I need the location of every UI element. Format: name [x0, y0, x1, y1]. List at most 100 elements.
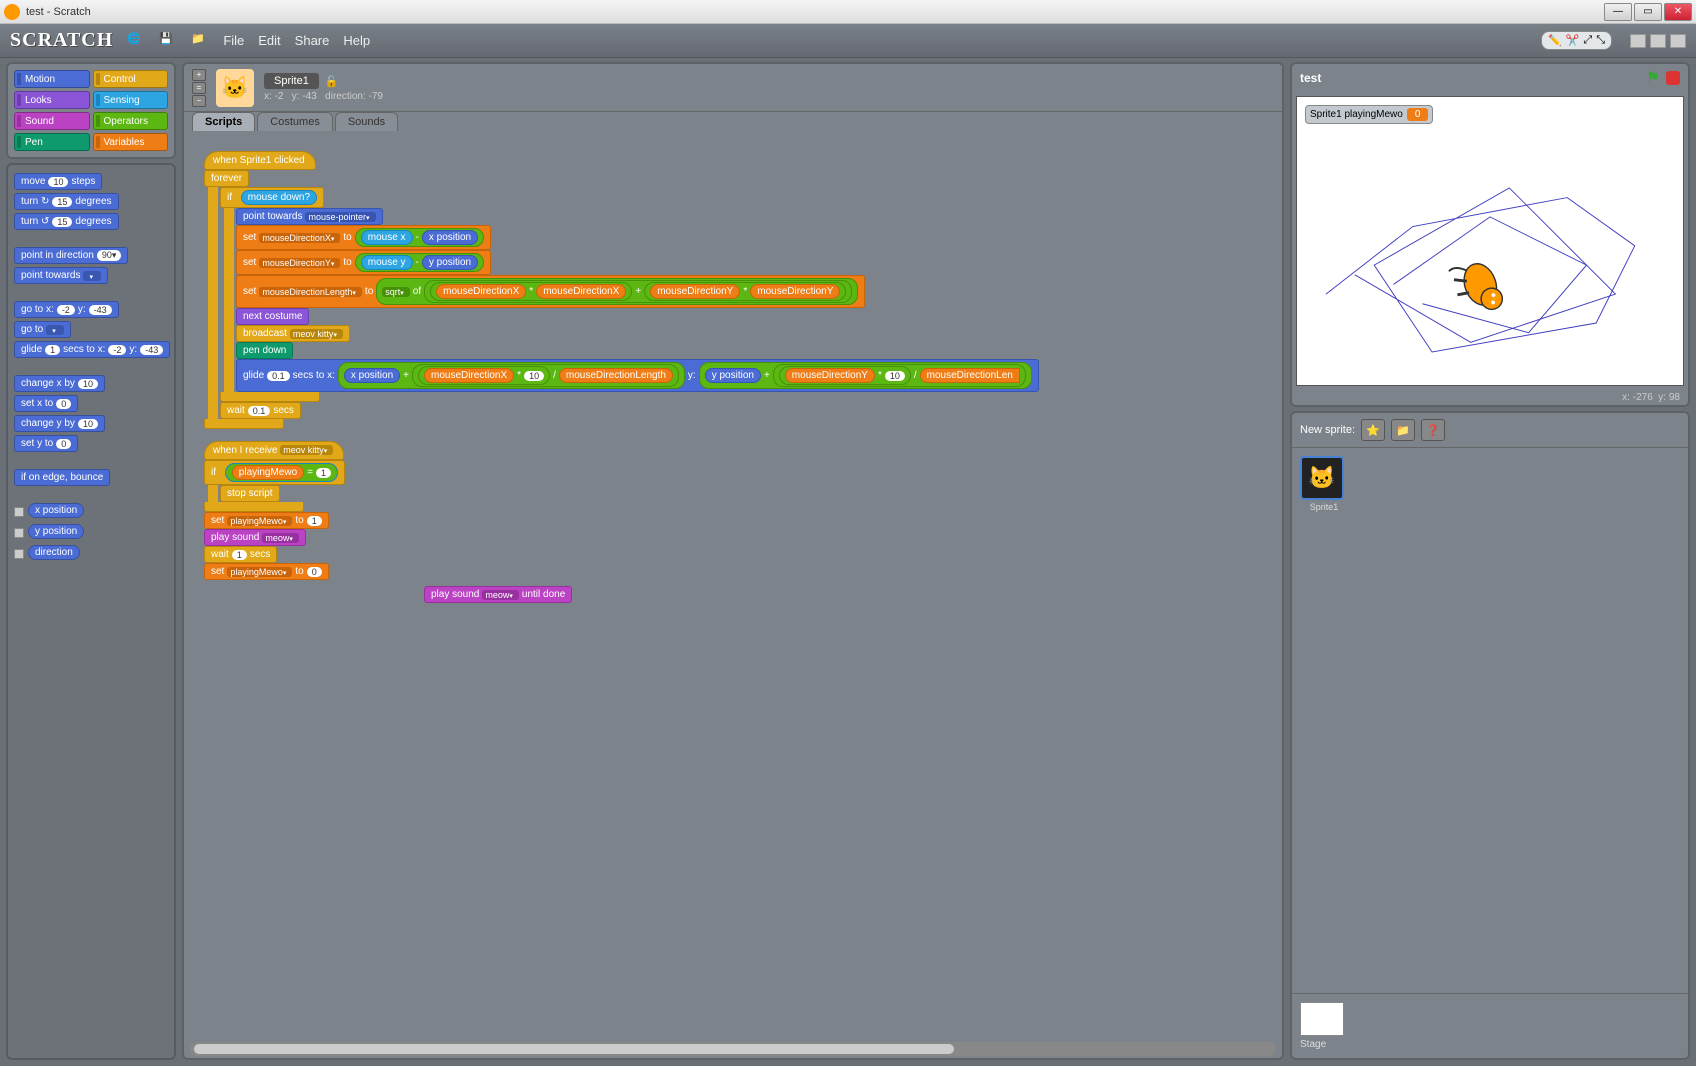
palette-bounce[interactable]: if on edge, bounce: [14, 469, 110, 486]
block-set-mdx[interactable]: setmouseDirectionXto mouse x-x position: [236, 225, 491, 250]
palette-direction[interactable]: direction: [28, 545, 80, 560]
op-times-1[interactable]: mouseDirectionX*mouseDirectionX: [430, 282, 632, 301]
palette-change-x[interactable]: change x by10: [14, 375, 105, 392]
op-minus-2[interactable]: mouse y-y position: [355, 253, 484, 272]
block-if[interactable]: if mouse down?: [220, 187, 324, 208]
menu-share[interactable]: Share: [295, 33, 330, 48]
save-icon[interactable]: 💾: [159, 32, 177, 50]
sprite-item-sprite1[interactable]: 🐱 Sprite1: [1300, 456, 1348, 512]
stage-canvas[interactable]: Sprite1 playingMewo 0: [1296, 96, 1684, 386]
block-play-sound[interactable]: play soundmeow: [204, 529, 306, 546]
category-motion[interactable]: Motion: [14, 70, 90, 88]
scripts-area[interactable]: when Sprite1 clicked forever if mouse do…: [184, 131, 1282, 1040]
category-operators[interactable]: Operators: [93, 112, 169, 130]
lock-icon[interactable]: 🔓: [325, 75, 339, 88]
palette-set-y[interactable]: set y to0: [14, 435, 78, 452]
green-flag-icon[interactable]: ⚑: [1646, 68, 1660, 88]
op-equals[interactable]: playingMewo=1: [225, 463, 338, 482]
op-glide-y[interactable]: y position+ mouseDirectionY*10/mouseDire…: [699, 362, 1032, 389]
orphan-block[interactable]: play soundmeowuntil done: [424, 586, 572, 603]
boolean-mouse-down[interactable]: mouse down?: [241, 190, 317, 205]
tab-costumes[interactable]: Costumes: [257, 112, 333, 131]
block-set-playing-0[interactable]: setplayingMewoto0: [204, 563, 329, 580]
block-broadcast[interactable]: broadcastmeov kitty: [236, 325, 350, 342]
palette-change-y[interactable]: change y by10: [14, 415, 105, 432]
shrink-icon[interactable]: ⤡: [1596, 34, 1605, 47]
palette-turn-cw[interactable]: turn ↻15degrees: [14, 193, 119, 210]
stage-label: Stage: [1300, 1039, 1680, 1050]
block-play-sound-done[interactable]: play soundmeowuntil done: [424, 586, 572, 603]
block-pen-down[interactable]: pen down: [236, 342, 293, 359]
globe-icon[interactable]: 🌐: [127, 32, 145, 50]
menu-edit[interactable]: Edit: [258, 33, 280, 48]
block-forever[interactable]: forever: [204, 170, 249, 187]
block-set-playing-1[interactable]: setplayingMewoto1: [204, 512, 329, 529]
palette-goto[interactable]: go to: [14, 321, 71, 338]
view-presentation-icon[interactable]: [1670, 34, 1686, 48]
sprite-thumbnail[interactable]: 🐱: [216, 69, 254, 107]
category-sensing[interactable]: Sensing: [93, 91, 169, 109]
zoom-out-icon[interactable]: −: [192, 95, 206, 107]
surprise-sprite-icon[interactable]: ❓: [1421, 419, 1445, 441]
palette-turn-ccw[interactable]: turn ↺15degrees: [14, 213, 119, 230]
view-small-icon[interactable]: [1630, 34, 1646, 48]
block-set-mdy[interactable]: setmouseDirectionYto mouse y-y position: [236, 250, 491, 275]
category-sound[interactable]: Sound: [14, 112, 90, 130]
op-glide-x[interactable]: x position+ mouseDirectionX*10/mouseDire…: [338, 362, 685, 389]
palette-point-towards[interactable]: point towards: [14, 267, 108, 284]
sprite-name-field[interactable]: Sprite1: [264, 73, 319, 89]
maximize-button[interactable]: ▭: [1634, 3, 1662, 21]
block-glide[interactable]: glide0.1secs to x: x position+ mouseDire…: [236, 359, 1039, 392]
hat-sprite-clicked[interactable]: when Sprite1 clicked: [204, 151, 316, 170]
paint-sprite-icon[interactable]: ⭐: [1361, 419, 1385, 441]
tab-scripts[interactable]: Scripts: [192, 112, 255, 131]
block-set-mdl[interactable]: setmouseDirectionLengthto sqrtof mouseDi…: [236, 275, 865, 308]
variable-monitor[interactable]: Sprite1 playingMewo 0: [1305, 105, 1433, 124]
block-if-2[interactable]: if playingMewo=1: [204, 460, 345, 485]
minimize-button[interactable]: —: [1604, 3, 1632, 21]
grow-icon[interactable]: ⤢: [1583, 34, 1592, 47]
tab-sounds[interactable]: Sounds: [335, 112, 398, 131]
palette-x-position[interactable]: x position: [28, 503, 84, 518]
category-control[interactable]: Control: [93, 70, 169, 88]
stamp-icon[interactable]: ✏️: [1548, 34, 1562, 47]
menu-help[interactable]: Help: [343, 33, 370, 48]
op-sqrt[interactable]: sqrtof mouseDirectionX*mouseDirectionX +…: [376, 278, 858, 305]
palette-goto-xy[interactable]: go to x:-2y:-43: [14, 301, 119, 318]
checkbox-dir[interactable]: [14, 549, 24, 559]
palette-set-x[interactable]: set x to0: [14, 395, 78, 412]
zoom-eq-icon[interactable]: =: [192, 82, 206, 94]
category-variables[interactable]: Variables: [93, 133, 169, 151]
category-looks[interactable]: Looks: [14, 91, 90, 109]
stage-thumbnail[interactable]: [1300, 1002, 1344, 1036]
stage-drawing: [1297, 97, 1683, 385]
menu-file[interactable]: File: [223, 33, 244, 48]
stop-icon[interactable]: [1666, 71, 1680, 85]
op-times-2[interactable]: mouseDirectionY*mouseDirectionY: [644, 282, 846, 301]
palette-move[interactable]: move10steps: [14, 173, 102, 190]
checkbox-x[interactable]: [14, 507, 24, 517]
scripts-hscrollbar[interactable]: [190, 1042, 1276, 1056]
scissors-icon[interactable]: ✂️: [1566, 34, 1580, 47]
block-next-costume[interactable]: next costume: [236, 308, 309, 325]
hat-receive[interactable]: when I receive meov kitty: [204, 441, 344, 460]
palette-glide[interactable]: glide1secs to x:-2y:-43: [14, 341, 170, 358]
block-wait[interactable]: wait0.1secs: [220, 402, 301, 419]
tool-toggle-group[interactable]: ✏️ ✂️ ⤢ ⤡: [1541, 31, 1612, 50]
script-1[interactable]: when Sprite1 clicked forever if mouse do…: [204, 151, 1039, 429]
close-button[interactable]: ✕: [1664, 3, 1692, 21]
view-medium-icon[interactable]: [1650, 34, 1666, 48]
zoom-in-icon[interactable]: +: [192, 69, 206, 81]
block-point-towards[interactable]: point towardsmouse-pointer: [236, 208, 383, 225]
op-minus-1[interactable]: mouse x-x position: [355, 228, 484, 247]
block-stop-script[interactable]: stop script: [220, 485, 280, 502]
folder-icon[interactable]: 📁: [191, 32, 209, 50]
block-wait-2[interactable]: wait1secs: [204, 546, 277, 563]
category-pen[interactable]: Pen: [14, 133, 90, 151]
palette-point-direction[interactable]: point in direction90▾: [14, 247, 128, 264]
op-plus[interactable]: mouseDirectionX*mouseDirectionX + mouseD…: [424, 280, 852, 303]
checkbox-y[interactable]: [14, 528, 24, 538]
choose-sprite-icon[interactable]: 📁: [1391, 419, 1415, 441]
palette-y-position[interactable]: y position: [28, 524, 84, 539]
script-2[interactable]: when I receive meov kitty if playingMewo…: [204, 441, 345, 580]
